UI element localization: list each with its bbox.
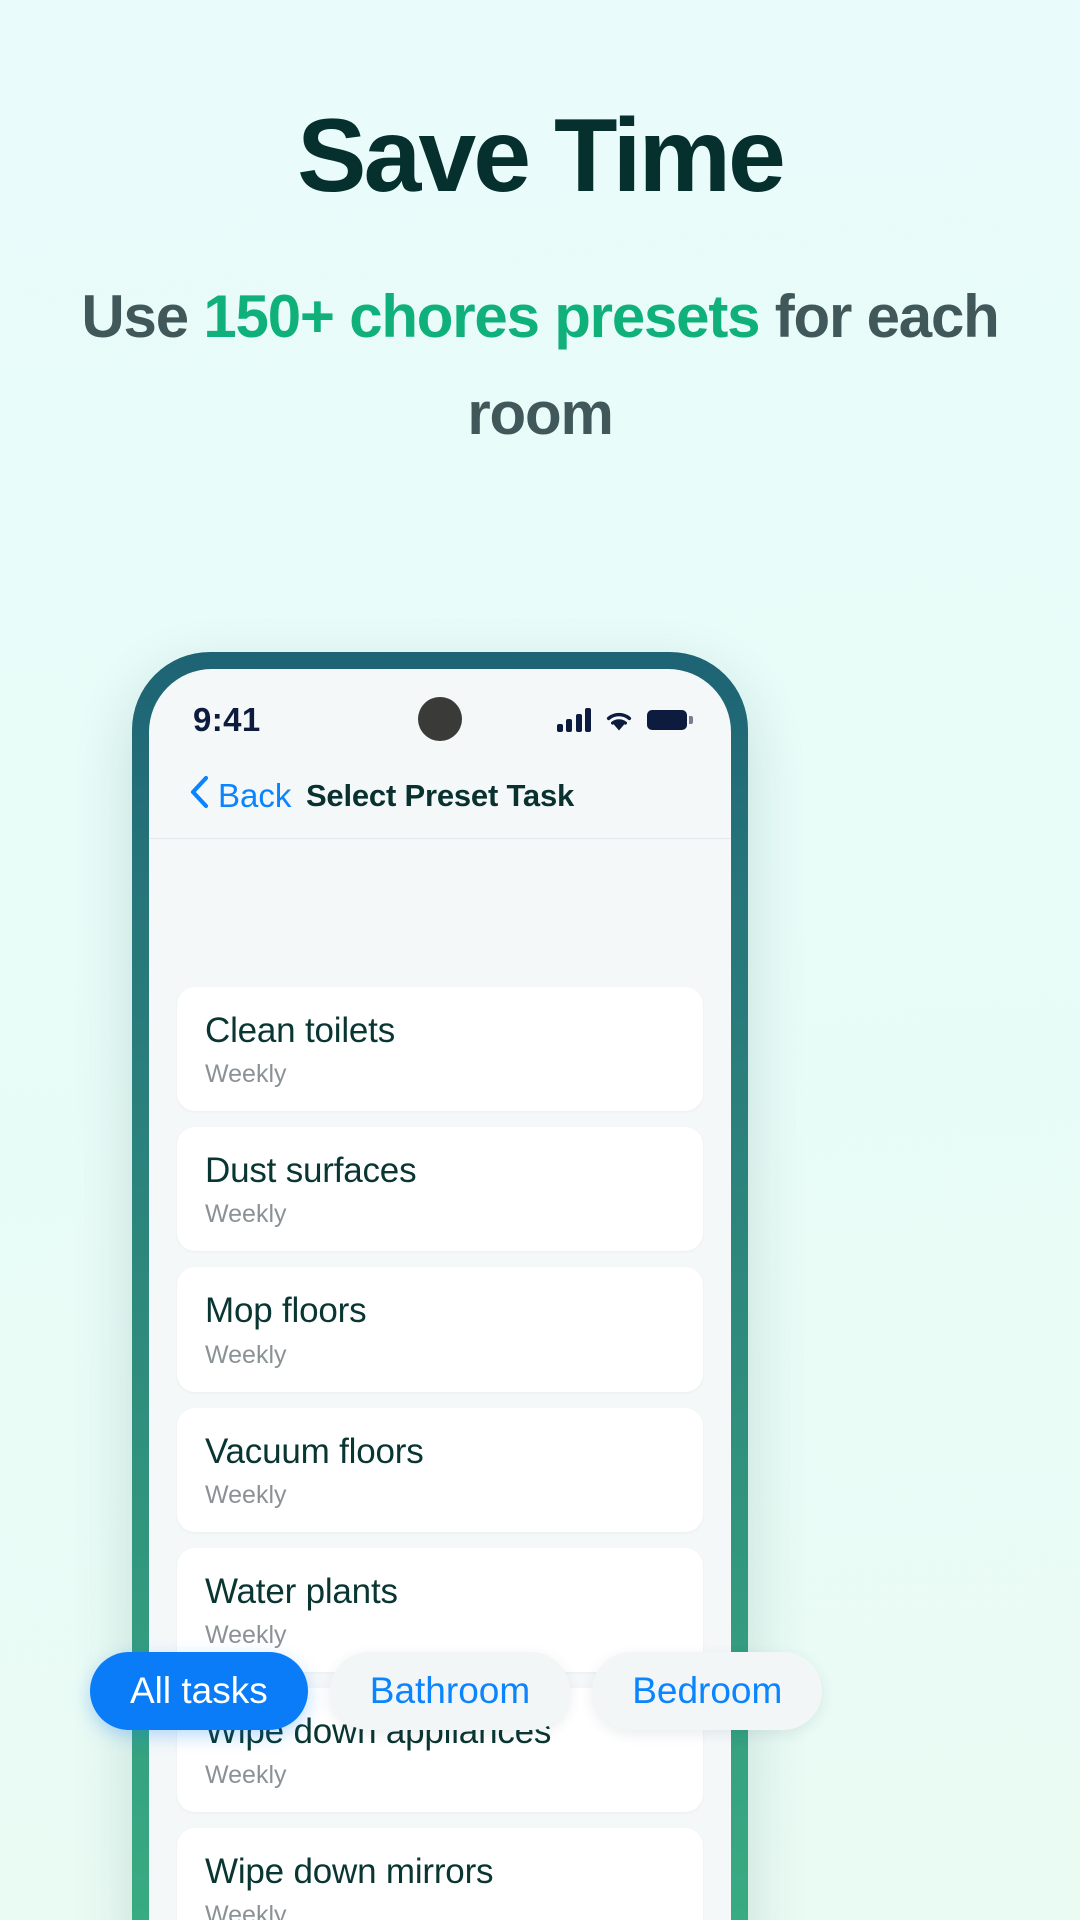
filter-chip-all-tasks[interactable]: All tasks xyxy=(90,1652,308,1730)
phone-screen: 9:41 Back Select Preset Task Clean toile… xyxy=(149,669,731,1920)
task-title: Mop floors xyxy=(205,1291,367,1331)
status-bar-indicators xyxy=(556,708,693,732)
cellular-signal-icon xyxy=(556,708,591,732)
task-title: Wipe down mirrors xyxy=(205,1852,494,1892)
task-frequency: Weekly xyxy=(205,1340,287,1369)
task-frequency: Weekly xyxy=(205,1480,287,1509)
back-button-label: Back xyxy=(218,776,292,814)
filter-chip-bedroom[interactable]: Bedroom xyxy=(592,1652,823,1730)
status-bar-time: 9:41 xyxy=(193,701,261,738)
task-frequency: Weekly xyxy=(205,1200,287,1229)
table-row[interactable]: Clean toilets Weekly xyxy=(177,987,703,1112)
task-title: Water plants xyxy=(205,1571,398,1611)
task-frequency: Weekly xyxy=(205,1761,287,1790)
navigation-bar: Back Select Preset Task xyxy=(149,753,731,839)
task-title: Clean toilets xyxy=(205,1011,396,1050)
promo-subtitle: Use 150+ chores presets for each room xyxy=(0,268,1080,462)
front-camera-punch-hole-icon xyxy=(418,697,462,741)
task-frequency: Weekly xyxy=(205,1901,287,1920)
filter-chip-bathroom[interactable]: Bathroom xyxy=(329,1652,571,1730)
table-row[interactable]: Vacuum floors Weekly xyxy=(177,1407,703,1532)
task-frequency: Weekly xyxy=(205,1060,287,1089)
promo-header: Save Time Use 150+ chores presets for ea… xyxy=(0,0,1080,462)
battery-icon xyxy=(647,710,693,730)
promo-title: Save Time xyxy=(297,98,786,214)
phone-mockup: 9:41 Back Select Preset Task Clean toile… xyxy=(90,652,823,1920)
status-bar: 9:41 xyxy=(149,669,731,753)
chevron-left-icon xyxy=(189,775,209,817)
wifi-icon xyxy=(604,709,634,732)
task-title: Dust surfaces xyxy=(205,1151,417,1191)
task-frequency: Weekly xyxy=(205,1620,287,1649)
promo-subtitle-highlight: 150+ chores presets xyxy=(203,283,760,350)
table-row[interactable]: Wipe down mirrors Weekly xyxy=(177,1828,703,1920)
task-title: Vacuum floors xyxy=(205,1431,424,1471)
table-row[interactable]: Mop floors Weekly xyxy=(177,1267,703,1392)
back-button[interactable]: Back xyxy=(189,775,291,817)
promo-subtitle-prefix: Use xyxy=(81,283,204,350)
filter-chip-row[interactable]: All tasks Bathroom Bedroom xyxy=(90,1652,870,1730)
preset-task-list[interactable]: Clean toilets Weekly Dust surfaces Weekl… xyxy=(149,925,731,1920)
table-row[interactable]: Dust surfaces Weekly xyxy=(177,1127,703,1252)
